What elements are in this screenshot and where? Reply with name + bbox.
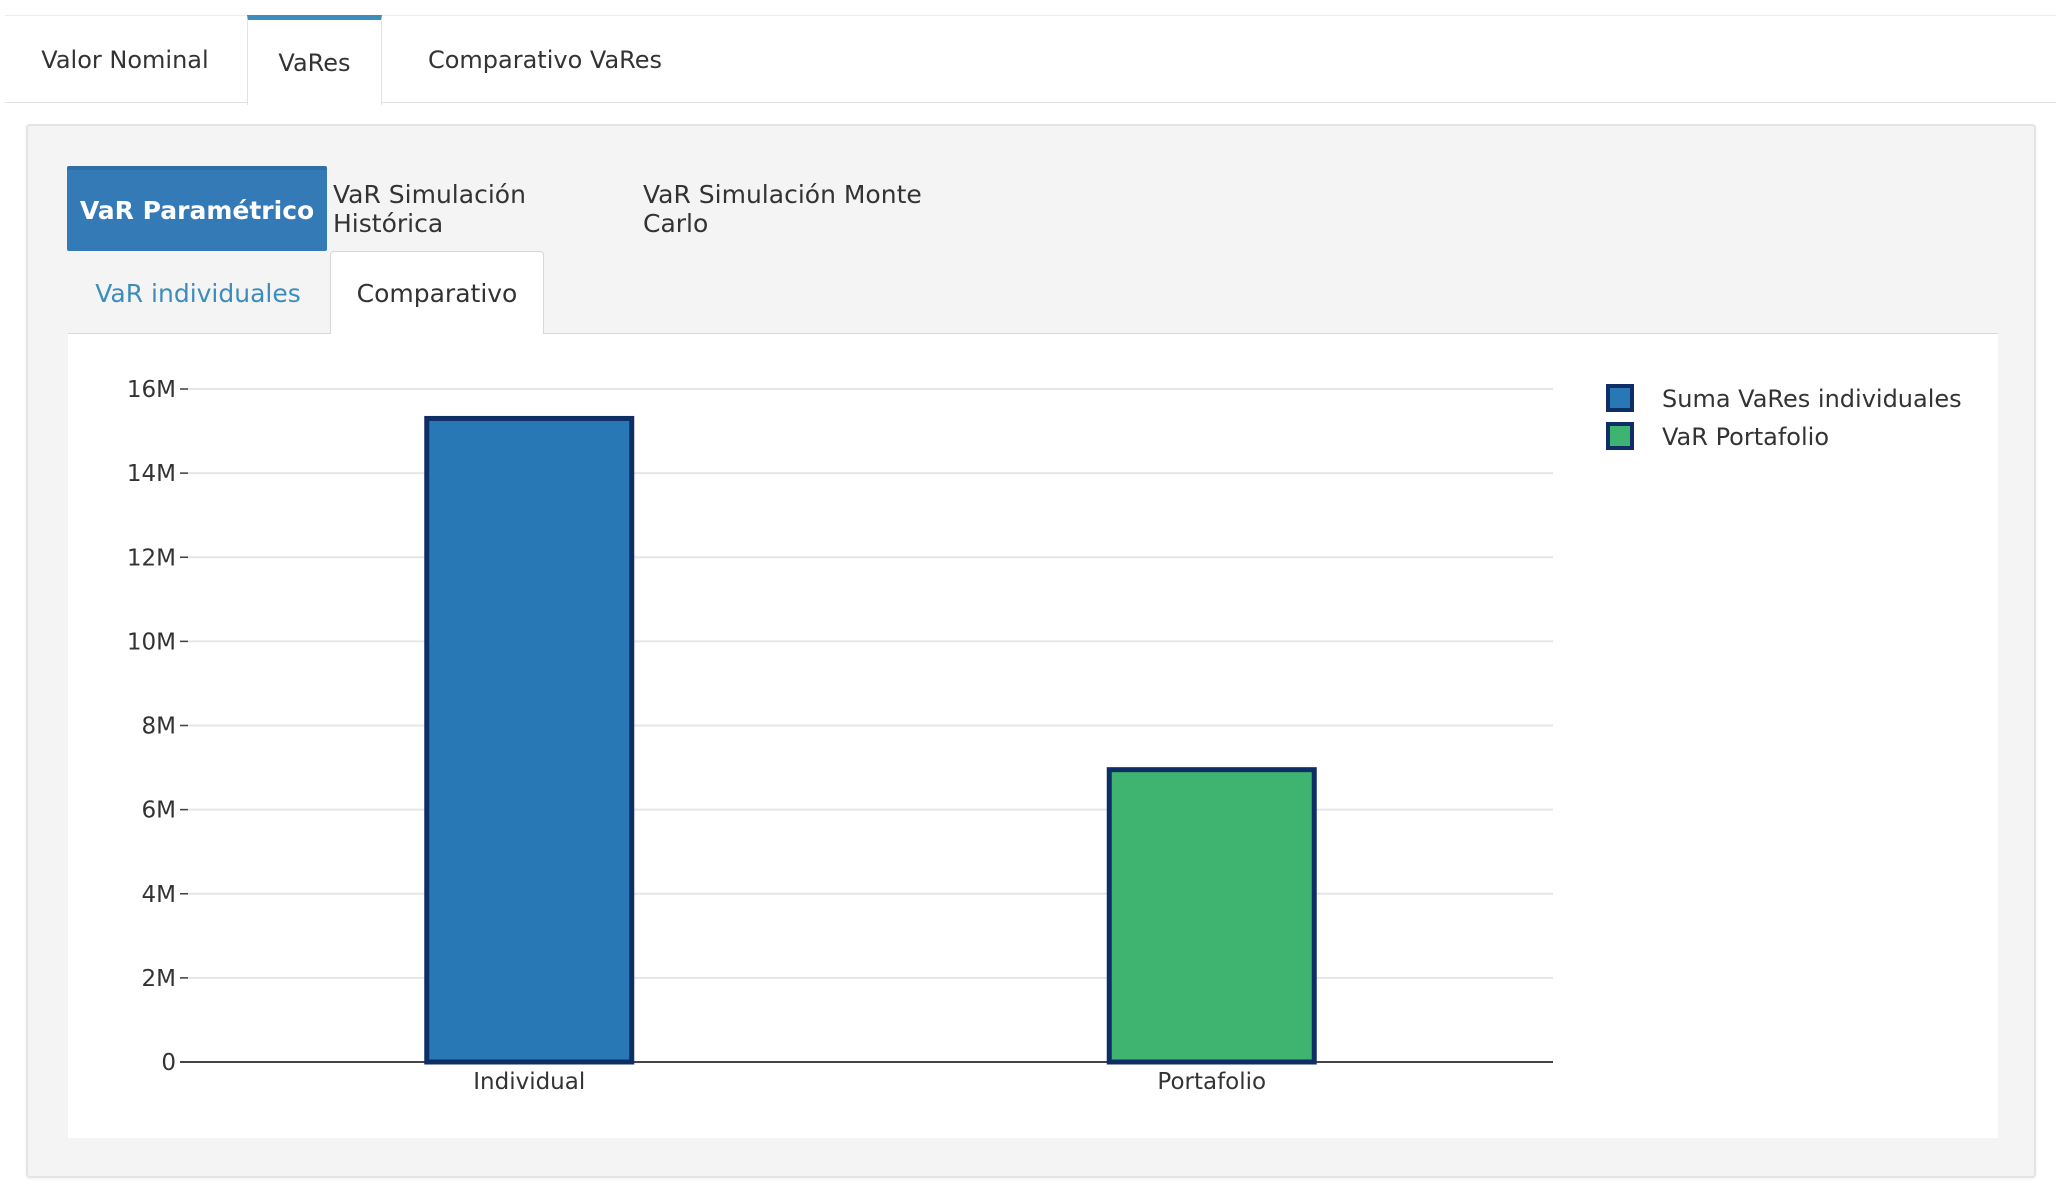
subtab-comparativo[interactable]: Comparativo: [330, 251, 544, 335]
tab-comparativo-vares[interactable]: Comparativo VaRes: [385, 16, 705, 104]
y-tick-label: 12M: [127, 545, 176, 571]
bar-chart: 0 2M 4M 6M 8M 10M 12M 14M 16M Individual Portafoli…: [127, 377, 1962, 1095]
y-tick-label: 14M: [127, 461, 176, 487]
y-tick-label: 4M: [142, 882, 176, 908]
legend-swatch: [1606, 422, 1634, 450]
tab-valor-nominal[interactable]: Valor Nominal: [5, 16, 245, 104]
pill-label: VaR Paramétrico: [79, 196, 315, 225]
pill-var-simulacion-historica[interactable]: VaR Simulación Histórica: [333, 166, 633, 251]
subtab-var-individuales[interactable]: VaR individuales: [68, 252, 328, 335]
tab-label: VaRes: [278, 48, 351, 77]
legend-label: VaR Portafolio: [1662, 423, 1829, 451]
x-tick-label: Individual: [473, 1069, 585, 1095]
legend-label: Suma VaRes individuales: [1662, 385, 1962, 413]
y-tick-label: 10M: [127, 629, 176, 655]
subtab-label: VaR individuales: [95, 279, 301, 308]
y-tick-label: 6M: [142, 798, 176, 824]
page: Valor Nominal VaRes Comparativo VaRes Va…: [0, 0, 2061, 1197]
y-tick-label: 0: [161, 1050, 176, 1076]
pill-label: VaR Simulación Monte Carlo: [643, 179, 922, 238]
bar-individual: [424, 415, 635, 1065]
pill-var-simulacion-monte-carlo[interactable]: VaR Simulación Monte Carlo: [643, 166, 993, 251]
y-tick-label: 2M: [142, 966, 176, 992]
subtab-label: Comparativo: [356, 278, 518, 308]
y-tick-label: 16M: [127, 377, 176, 403]
x-tick-label: Portafolio: [1157, 1069, 1266, 1095]
tab-label: Comparativo VaRes: [427, 46, 663, 74]
legend-swatch: [1606, 384, 1634, 412]
chart-area: 0 2M 4M 6M 8M 10M 12M 14M 16M Individual Portafoli…: [68, 334, 1998, 1138]
top-tabs: Valor Nominal VaRes Comparativo VaRes: [5, 15, 2056, 105]
content-panel: VaR Paramétrico VaR Simulación Histórica…: [26, 124, 2036, 1178]
bar-portafolio: [1106, 767, 1317, 1065]
pill-var-parametrico[interactable]: VaR Paramétrico: [67, 166, 327, 251]
pill-label: VaR Simulación Histórica: [333, 179, 526, 238]
tab-label: Valor Nominal: [41, 46, 209, 74]
y-tick-label: 8M: [142, 714, 176, 740]
tab-vares[interactable]: VaRes: [247, 15, 382, 105]
